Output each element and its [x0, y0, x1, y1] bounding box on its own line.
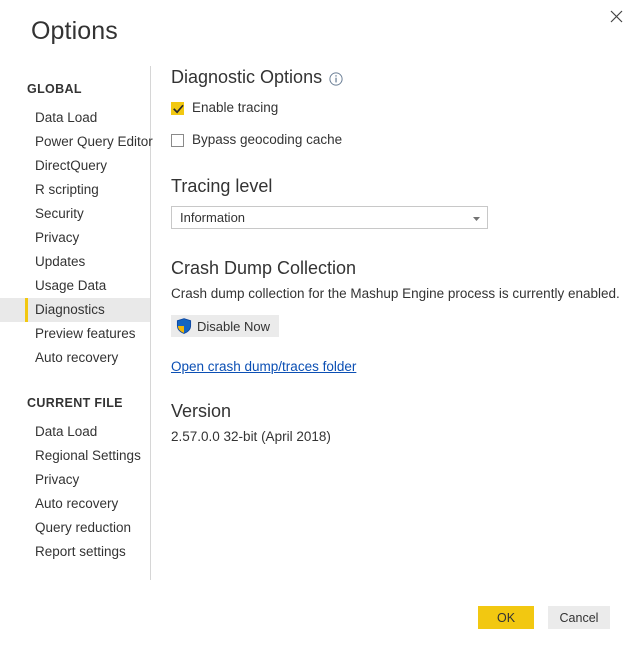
- sidebar-group-global: GLOBAL Data Load Power Query Editor Dire…: [0, 78, 153, 370]
- sidebar-item-label: DirectQuery: [35, 158, 108, 173]
- disable-now-button[interactable]: Disable Now: [171, 315, 279, 337]
- crash-dump-heading: Crash Dump Collection: [171, 258, 357, 278]
- close-button[interactable]: [601, 3, 631, 29]
- sidebar-items-global: Data Load Power Query Editor DirectQuery…: [0, 106, 153, 370]
- bypass-geocoding-cache-checkbox[interactable]: [171, 133, 184, 147]
- chevron-down-icon: [473, 216, 480, 221]
- sidebar-item-label: R scripting: [35, 182, 99, 197]
- sidebar-group-title-global: GLOBAL: [27, 82, 82, 96]
- sidebar-item-label: Data Load: [35, 424, 98, 439]
- page-title: Options: [31, 17, 118, 45]
- sidebar-item-power-query-editor[interactable]: Power Query Editor: [0, 130, 153, 154]
- sidebar: GLOBAL Data Load Power Query Editor Dire…: [0, 66, 153, 564]
- sidebar-item-label: Usage Data: [35, 278, 107, 293]
- sidebar-item-label: Diagnostics: [35, 302, 105, 317]
- sidebar-item-label: Privacy: [35, 230, 80, 245]
- sidebar-item-label: Auto recovery: [35, 496, 119, 511]
- bypass-geocoding-cache-checkbox-row[interactable]: Bypass geocoding cache: [171, 131, 621, 149]
- sidebar-item-cf-report-settings[interactable]: Report settings: [0, 540, 150, 564]
- disable-now-label: Disable Now: [197, 318, 270, 334]
- sidebar-items-current-file: Data Load Regional Settings Privacy Auto…: [0, 420, 150, 564]
- sidebar-item-usage-data[interactable]: Usage Data: [0, 274, 150, 298]
- sidebar-item-label: Query reduction: [35, 520, 132, 535]
- diagnostic-options-heading: Diagnostic Options: [171, 67, 323, 87]
- bypass-geocoding-cache-label: Bypass geocoding cache: [192, 132, 343, 147]
- sidebar-item-directquery[interactable]: DirectQuery: [0, 154, 150, 178]
- sidebar-item-data-load[interactable]: Data Load: [0, 106, 150, 130]
- sidebar-group-current-file: CURRENT FILE Data Load Regional Settings…: [0, 392, 150, 564]
- sidebar-item-label: Auto recovery: [35, 350, 119, 365]
- main-panel: Diagnostic Options Enable tracing Bypass…: [171, 66, 621, 444]
- sidebar-item-cf-auto-recovery[interactable]: Auto recovery: [0, 492, 150, 516]
- footer: OK Cancel: [0, 579, 639, 649]
- sidebar-item-cf-regional-settings[interactable]: Regional Settings: [0, 444, 150, 468]
- crash-dump-description: Crash dump collection for the Mashup Eng…: [171, 286, 620, 301]
- sidebar-item-diagnostics[interactable]: Diagnostics: [0, 298, 150, 322]
- sidebar-item-label: Power Query Editor: [35, 134, 153, 149]
- enable-tracing-label: Enable tracing: [192, 100, 279, 115]
- sidebar-item-cf-query-reduction[interactable]: Query reduction: [0, 516, 150, 540]
- version-value: 2.57.0.0 32-bit (April 2018): [171, 429, 331, 444]
- diagnostic-options-heading-row: Diagnostic Options: [171, 66, 621, 88]
- version-heading: Version: [171, 401, 232, 421]
- sidebar-item-cf-privacy[interactable]: Privacy: [0, 468, 150, 492]
- sidebar-item-label: Data Load: [35, 110, 98, 125]
- cancel-button[interactable]: Cancel: [548, 606, 610, 629]
- sidebar-item-privacy[interactable]: Privacy: [0, 226, 150, 250]
- sidebar-item-label: Security: [35, 206, 84, 221]
- sidebar-item-r-scripting[interactable]: R scripting: [0, 178, 150, 202]
- tracing-level-heading: Tracing level: [171, 176, 273, 196]
- sidebar-group-title-current-file: CURRENT FILE: [27, 396, 123, 410]
- sidebar-item-cf-data-load[interactable]: Data Load: [0, 420, 150, 444]
- close-icon: [610, 10, 623, 23]
- sidebar-item-updates[interactable]: Updates: [0, 250, 150, 274]
- sidebar-item-security[interactable]: Security: [0, 202, 150, 226]
- enable-tracing-checkbox[interactable]: [171, 101, 184, 115]
- uac-shield-icon: [176, 318, 192, 334]
- sidebar-item-preview-features[interactable]: Preview features: [0, 322, 150, 346]
- tracing-level-value: Information: [180, 209, 246, 225]
- sidebar-item-label: Privacy: [35, 472, 80, 487]
- open-crash-dump-folder-link[interactable]: Open crash dump/traces folder: [171, 359, 356, 374]
- sidebar-item-label: Updates: [35, 254, 86, 269]
- sidebar-item-label: Regional Settings: [35, 448, 141, 463]
- info-circle-icon[interactable]: [329, 72, 343, 86]
- tracing-level-dropdown[interactable]: Information: [171, 206, 488, 229]
- sidebar-item-label: Report settings: [35, 544, 126, 559]
- sidebar-item-auto-recovery[interactable]: Auto recovery: [0, 346, 150, 370]
- title-bar: Options: [0, 0, 639, 58]
- ok-button[interactable]: OK: [478, 606, 534, 629]
- sidebar-item-label: Preview features: [35, 326, 136, 341]
- enable-tracing-checkbox-row[interactable]: Enable tracing: [171, 99, 621, 117]
